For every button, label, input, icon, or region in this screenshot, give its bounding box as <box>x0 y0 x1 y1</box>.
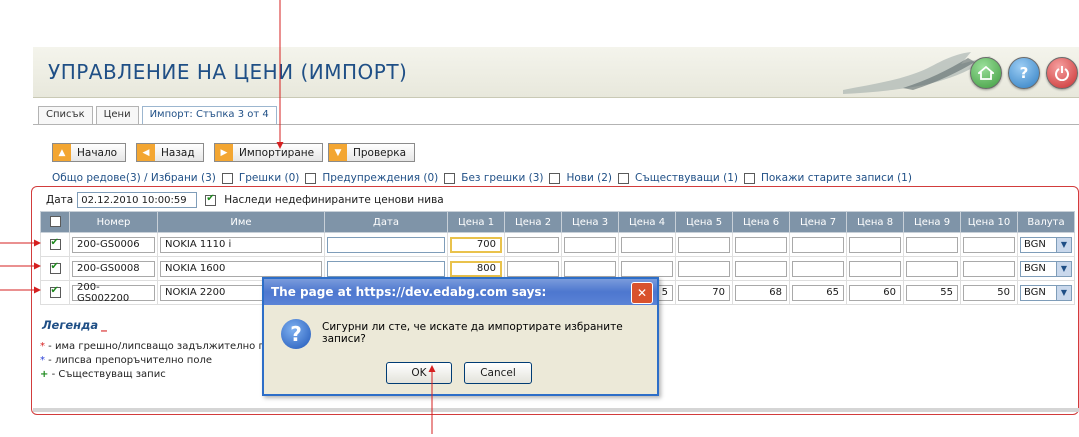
annotation-arrows <box>0 0 436 434</box>
